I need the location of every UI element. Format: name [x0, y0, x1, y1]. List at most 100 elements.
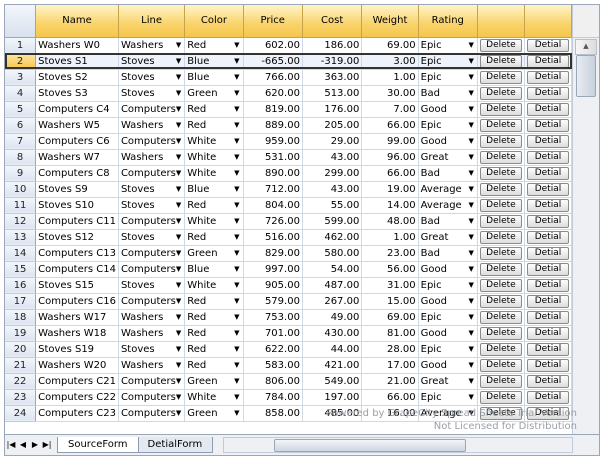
- dropdown-arrow-icon[interactable]: ▼: [469, 361, 475, 369]
- dropdown-arrow-icon[interactable]: ▼: [469, 217, 475, 225]
- dropdown-arrow-icon[interactable]: ▼: [234, 201, 240, 209]
- cell-cost[interactable]: 176.00: [302, 101, 363, 118]
- delete-button[interactable]: Delete: [479, 359, 522, 372]
- dropdown-arrow-icon[interactable]: ▼: [176, 41, 182, 49]
- row-header[interactable]: 12: [5, 213, 37, 230]
- table-row[interactable]: 8 Washers W7 Washers ▼ White ▼ 531.00 43.00 96.0…: [5, 149, 572, 166]
- cell-line[interactable]: Stoves ▼: [118, 229, 186, 246]
- detail-button[interactable]: Detial: [526, 247, 569, 260]
- row-header[interactable]: 15: [5, 261, 37, 278]
- delete-button[interactable]: Delete: [479, 151, 522, 164]
- prev-page-icon[interactable]: ◀: [17, 438, 29, 452]
- dropdown-arrow-icon[interactable]: ▼: [234, 217, 240, 225]
- tab-sourceform[interactable]: SourceForm: [57, 437, 139, 453]
- cell-rating[interactable]: Epic ▼: [418, 69, 478, 86]
- delete-button[interactable]: Delete: [479, 135, 522, 148]
- dropdown-arrow-icon[interactable]: ▼: [234, 281, 240, 289]
- detail-button[interactable]: Detial: [526, 391, 569, 404]
- cell-weight[interactable]: 1.00: [361, 229, 419, 246]
- detail-button[interactable]: Detial: [526, 135, 569, 148]
- cell-cost[interactable]: 421.00: [302, 357, 363, 374]
- cell-price[interactable]: 620.00: [243, 85, 303, 102]
- table-row[interactable]: 17 Computers C16 Computers ▼ Red ▼ 579.00 267.0…: [5, 293, 572, 310]
- cell-price[interactable]: 784.00: [243, 389, 303, 406]
- row-header[interactable]: 20: [5, 341, 37, 358]
- cell-cost[interactable]: 580.00: [302, 245, 363, 262]
- cell-name[interactable]: Washers W20: [35, 357, 119, 374]
- dropdown-arrow-icon[interactable]: ▼: [234, 345, 240, 353]
- next-page-icon[interactable]: ▶: [29, 438, 41, 452]
- dropdown-arrow-icon[interactable]: ▼: [469, 73, 475, 81]
- delete-button[interactable]: Delete: [479, 263, 522, 276]
- cell-price[interactable]: 905.00: [243, 277, 303, 294]
- detail-button[interactable]: Detial: [526, 295, 569, 308]
- delete-button[interactable]: Delete: [479, 87, 522, 100]
- row-header[interactable]: 17: [5, 293, 37, 310]
- dropdown-arrow-icon[interactable]: ▼: [176, 377, 182, 385]
- cell-price[interactable]: 602.00: [243, 37, 303, 54]
- dropdown-arrow-icon[interactable]: ▼: [176, 297, 182, 305]
- cell-price[interactable]: 890.00: [243, 165, 303, 182]
- corner-header[interactable]: [5, 5, 37, 38]
- dropdown-arrow-icon[interactable]: ▼: [234, 57, 240, 65]
- cell-line[interactable]: Computers ▼: [118, 165, 186, 182]
- detail-button[interactable]: Detial: [526, 199, 569, 212]
- detail-button[interactable]: Detial: [526, 87, 569, 100]
- cell-price[interactable]: 997.00: [243, 261, 303, 278]
- row-header[interactable]: 6: [5, 117, 37, 134]
- cell-name[interactable]: Computers C21: [35, 373, 119, 390]
- detail-button[interactable]: Detial: [526, 167, 569, 180]
- cell-line[interactable]: Computers ▼: [118, 213, 186, 230]
- row-header[interactable]: 3: [5, 69, 37, 86]
- cell-weight[interactable]: 66.00: [361, 117, 419, 134]
- row-header[interactable]: 5: [5, 101, 37, 118]
- detail-button[interactable]: Detial: [526, 231, 569, 244]
- col-header-cost[interactable]: Cost: [302, 5, 363, 38]
- table-row[interactable]: 23 Computers C22 Computers ▼ White ▼ 784.00 197…: [5, 389, 572, 406]
- delete-button[interactable]: Delete: [479, 295, 522, 308]
- cell-name[interactable]: Stoves S19: [35, 341, 119, 358]
- dropdown-arrow-icon[interactable]: ▼: [176, 153, 182, 161]
- cell-rating[interactable]: Good ▼: [418, 133, 478, 150]
- dropdown-arrow-icon[interactable]: ▼: [234, 329, 240, 337]
- cell-line[interactable]: Washers ▼: [118, 325, 186, 342]
- cell-weight[interactable]: 96.00: [361, 149, 419, 166]
- cell-rating[interactable]: Epic ▼: [418, 341, 478, 358]
- cell-cost[interactable]: 513.00: [302, 85, 363, 102]
- cell-line[interactable]: Computers ▼: [118, 373, 186, 390]
- dropdown-arrow-icon[interactable]: ▼: [469, 105, 475, 113]
- dropdown-arrow-icon[interactable]: ▼: [469, 169, 475, 177]
- cell-rating[interactable]: Epic ▼: [418, 389, 478, 406]
- dropdown-arrow-icon[interactable]: ▼: [234, 393, 240, 401]
- col-header-detail[interactable]: [524, 5, 572, 38]
- cell-name[interactable]: Computers C22: [35, 389, 119, 406]
- cell-color[interactable]: White ▼: [184, 389, 244, 406]
- row-header[interactable]: 9: [5, 165, 37, 182]
- dropdown-arrow-icon[interactable]: ▼: [234, 169, 240, 177]
- cell-cost[interactable]: 430.00: [302, 325, 363, 342]
- row-header[interactable]: 8: [5, 149, 37, 166]
- dropdown-arrow-icon[interactable]: ▼: [234, 41, 240, 49]
- cell-line[interactable]: Stoves ▼: [118, 197, 186, 214]
- cell-rating[interactable]: Bad ▼: [418, 245, 478, 262]
- horizontal-scroll-thumb[interactable]: [274, 439, 467, 452]
- dropdown-arrow-icon[interactable]: ▼: [469, 345, 475, 353]
- dropdown-arrow-icon[interactable]: ▼: [234, 153, 240, 161]
- table-row[interactable]: 11 Stoves S10 Stoves ▼ Red ▼ 804.00 55.00 14.00 A…: [5, 197, 572, 214]
- cell-color[interactable]: Red ▼: [184, 357, 244, 374]
- delete-button[interactable]: Delete: [479, 343, 522, 356]
- cell-weight[interactable]: 56.00: [361, 261, 419, 278]
- cell-price[interactable]: 712.00: [243, 181, 303, 198]
- dropdown-arrow-icon[interactable]: ▼: [176, 409, 182, 417]
- cell-weight[interactable]: 19.00: [361, 181, 419, 198]
- dropdown-arrow-icon[interactable]: ▼: [234, 377, 240, 385]
- cell-color[interactable]: Blue ▼: [184, 261, 244, 278]
- cell-weight[interactable]: 69.00: [361, 37, 419, 54]
- detail-button[interactable]: Detial: [526, 55, 569, 68]
- cell-name[interactable]: Computers C11: [35, 213, 119, 230]
- dropdown-arrow-icon[interactable]: ▼: [176, 265, 182, 273]
- cell-weight[interactable]: 21.00: [361, 373, 419, 390]
- cell-color[interactable]: White ▼: [184, 213, 244, 230]
- dropdown-arrow-icon[interactable]: ▼: [234, 265, 240, 273]
- dropdown-arrow-icon[interactable]: ▼: [469, 185, 475, 193]
